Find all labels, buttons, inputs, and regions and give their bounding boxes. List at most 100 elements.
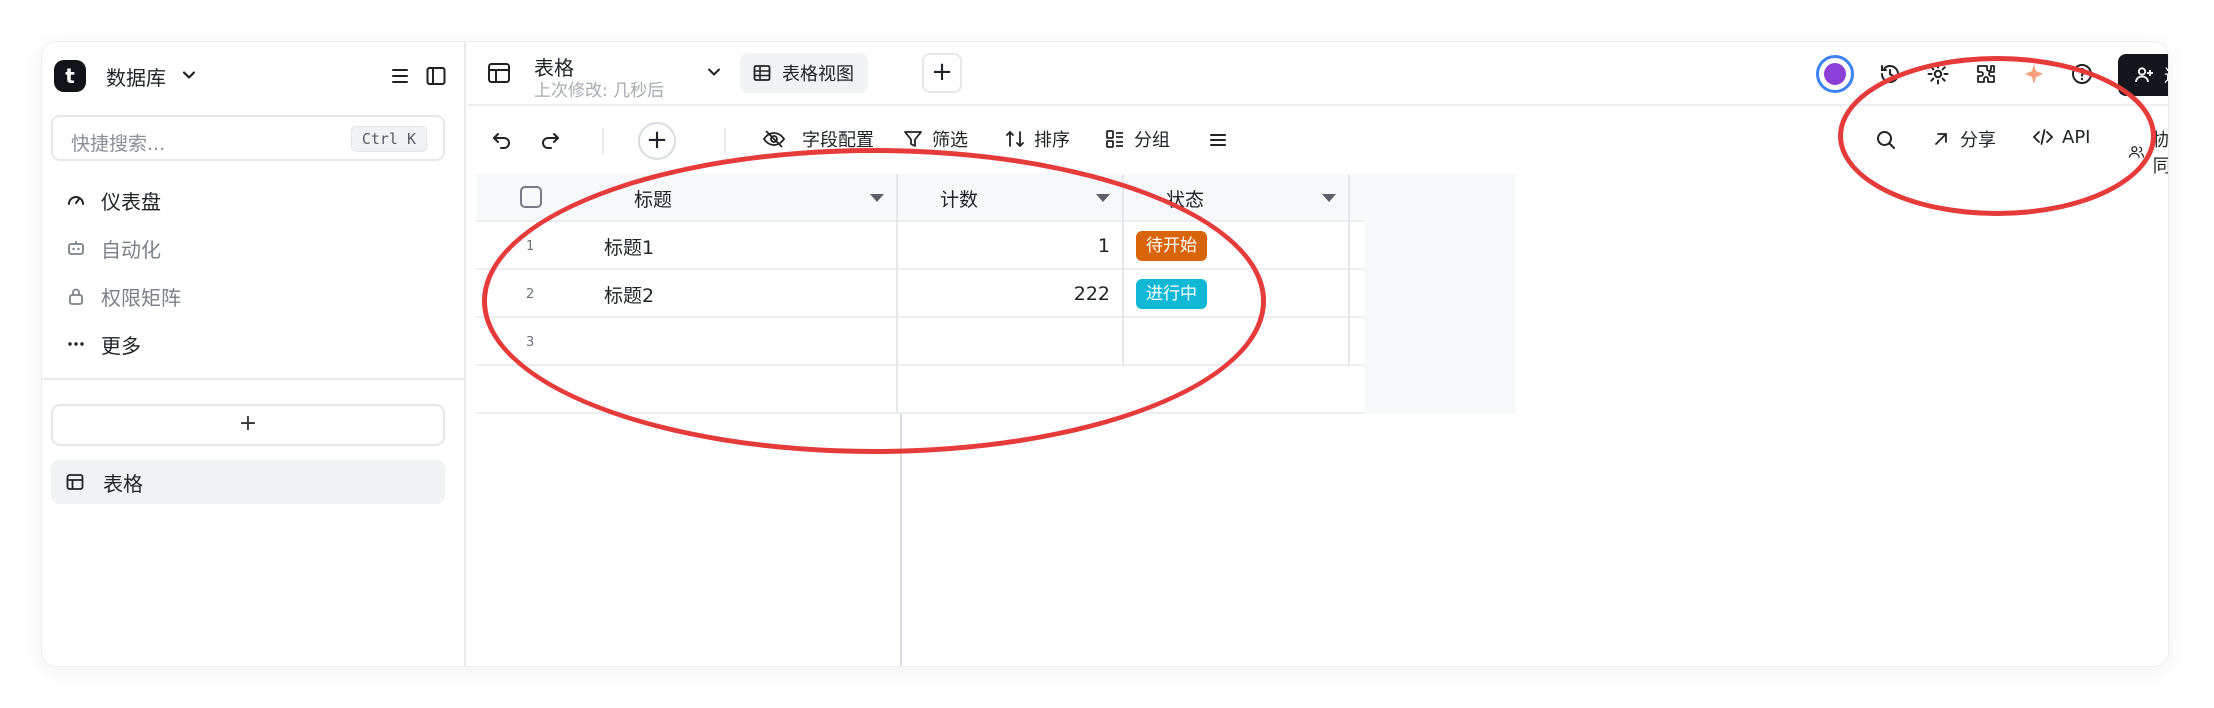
sidebar-item-more[interactable]: 更多 [51, 320, 445, 368]
status-cell[interactable]: 待开始 [1126, 222, 1350, 270]
robot-icon [65, 237, 87, 259]
sidebar-item-label: 表格 [103, 471, 143, 496]
row-number: 2 [526, 286, 535, 302]
caret-down-icon[interactable] [1096, 194, 1110, 202]
select-all-checkbox[interactable] [520, 186, 542, 208]
topbar: 表格 上次修改: 几秒后 表格视图 + 邀请 [468, 42, 2168, 106]
last-modified-text: 上次修改: 几秒后 [534, 81, 665, 101]
add-row-placeholder[interactable] [476, 366, 1364, 414]
group-label: 分组 [1134, 130, 1170, 151]
sidebar-nav: 仪表盘 自动化 权限矩阵 更多 [51, 176, 445, 368]
caret-down-icon[interactable] [870, 194, 884, 202]
lock-icon [65, 285, 87, 307]
api-button[interactable]: API [2032, 126, 2090, 148]
count-cell[interactable]: 1 [900, 222, 1124, 270]
add-table-button[interactable]: + [51, 404, 445, 446]
search-placeholder: 快捷搜索... [71, 133, 166, 155]
chevron-down-icon[interactable] [180, 66, 198, 84]
invite-label: 邀请 [2164, 62, 2168, 88]
sidebar-item-label: 权限矩阵 [101, 285, 181, 310]
status-badge: 进行中 [1136, 279, 1207, 309]
sidebar-item-dashboard[interactable]: 仪表盘 [51, 176, 445, 224]
column-header-label: 计数 [940, 188, 979, 211]
row-number: 3 [526, 334, 535, 350]
status-cell[interactable] [1126, 318, 1350, 366]
sidebar-toggle-icon[interactable] [424, 64, 448, 88]
eye-off-icon [762, 130, 786, 148]
redo-icon[interactable] [538, 128, 562, 152]
sort-label: 排序 [1034, 130, 1070, 151]
title-value: 标题2 [604, 284, 655, 307]
avatar[interactable] [1816, 55, 1854, 93]
row-number-cell: 1 [476, 222, 564, 270]
sparkle-icon[interactable] [2022, 62, 2046, 86]
tab-grid-view[interactable]: 表格视图 [740, 53, 868, 93]
avatar-image [1824, 63, 1846, 85]
filter-button[interactable]: 筛选 [902, 126, 968, 152]
row-number-cell: 3 [476, 318, 564, 366]
add-record-button[interactable]: + [638, 122, 676, 160]
column-divider [900, 414, 902, 666]
grid-view-icon [753, 65, 771, 81]
sidebar-item-permissions[interactable]: 权限矩阵 [51, 272, 445, 320]
code-icon [2032, 129, 2054, 145]
sidebar-item-table[interactable]: 表格 [51, 460, 445, 504]
main-area: 表格 上次修改: 几秒后 表格视图 + 邀请 + [468, 42, 2168, 666]
database-title[interactable]: 数据库 [106, 62, 166, 91]
grid-empty-area [1364, 174, 1516, 414]
app-logo: t [54, 60, 86, 92]
menu-icon[interactable] [388, 64, 412, 88]
table-icon [488, 63, 510, 83]
plugin-icon[interactable] [1974, 62, 1998, 86]
sidebar-item-automation[interactable]: 自动化 [51, 224, 445, 272]
sort-icon [1006, 130, 1024, 148]
api-label: API [2062, 126, 2091, 148]
status-badge: 待开始 [1136, 231, 1207, 261]
row-number: 1 [526, 238, 535, 254]
share-button[interactable]: 分享 [1930, 126, 1996, 152]
column-header-count[interactable]: 计数 [900, 174, 1124, 222]
invite-button[interactable]: 邀请 [2118, 54, 2168, 96]
status-cell[interactable]: 进行中 [1126, 270, 1350, 318]
column-header-label: 状态 [1166, 188, 1205, 211]
count-cell[interactable]: 222 [900, 270, 1124, 318]
sidebar-item-label: 仪表盘 [101, 189, 161, 214]
count-cell[interactable] [900, 318, 1124, 366]
column-header-title[interactable]: 标题 [564, 174, 898, 222]
title-cell[interactable]: 标题2 [564, 270, 898, 318]
table-row[interactable]: 2 标题2 222 进行中 [476, 270, 1364, 318]
gauge-icon [65, 189, 87, 211]
sort-button[interactable]: 排序 [1004, 126, 1070, 152]
table-row[interactable]: 1 标题1 1 待开始 [476, 222, 1364, 270]
caret-down-icon[interactable] [1322, 194, 1336, 202]
chevron-down-icon[interactable] [704, 62, 724, 82]
more-dots-icon [65, 333, 87, 355]
collab-button[interactable]: 协同 [2128, 126, 2168, 178]
undo-icon[interactable] [490, 128, 514, 152]
sidebar-item-label: 自动化 [101, 237, 161, 262]
history-icon[interactable] [1878, 62, 1902, 86]
app-window: t 数据库 快捷搜索... Ctrl K 仪表盘 自动化 权限矩阵 更多 + 表… [42, 42, 2168, 666]
menu-icon[interactable] [1206, 128, 1230, 152]
help-icon[interactable] [2070, 62, 2094, 86]
filter-icon [904, 131, 922, 147]
shortcut-badge: Ctrl K [350, 126, 427, 152]
quick-search-input[interactable]: 快捷搜索... Ctrl K [51, 115, 445, 161]
share-label: 分享 [1960, 130, 1996, 151]
column-header-status[interactable]: 状态 [1126, 174, 1350, 222]
table-row[interactable]: 3 [476, 318, 1364, 366]
field-config-label: 字段配置 [802, 130, 874, 151]
title-cell[interactable] [564, 318, 898, 366]
search-icon[interactable] [1874, 128, 1898, 152]
group-button[interactable]: 分组 [1104, 126, 1170, 152]
field-config-button[interactable]: 字段配置 [762, 126, 874, 152]
users-icon [2128, 146, 2145, 158]
title-cell[interactable]: 标题1 [564, 222, 898, 270]
count-value: 222 [1073, 283, 1110, 305]
gear-icon[interactable] [1926, 62, 1950, 86]
column-header-label: 标题 [634, 188, 673, 211]
arrow-up-right-icon [1935, 133, 1947, 145]
row-number-cell: 2 [476, 270, 564, 318]
select-all-cell [476, 174, 564, 222]
add-view-button[interactable]: + [922, 53, 962, 93]
